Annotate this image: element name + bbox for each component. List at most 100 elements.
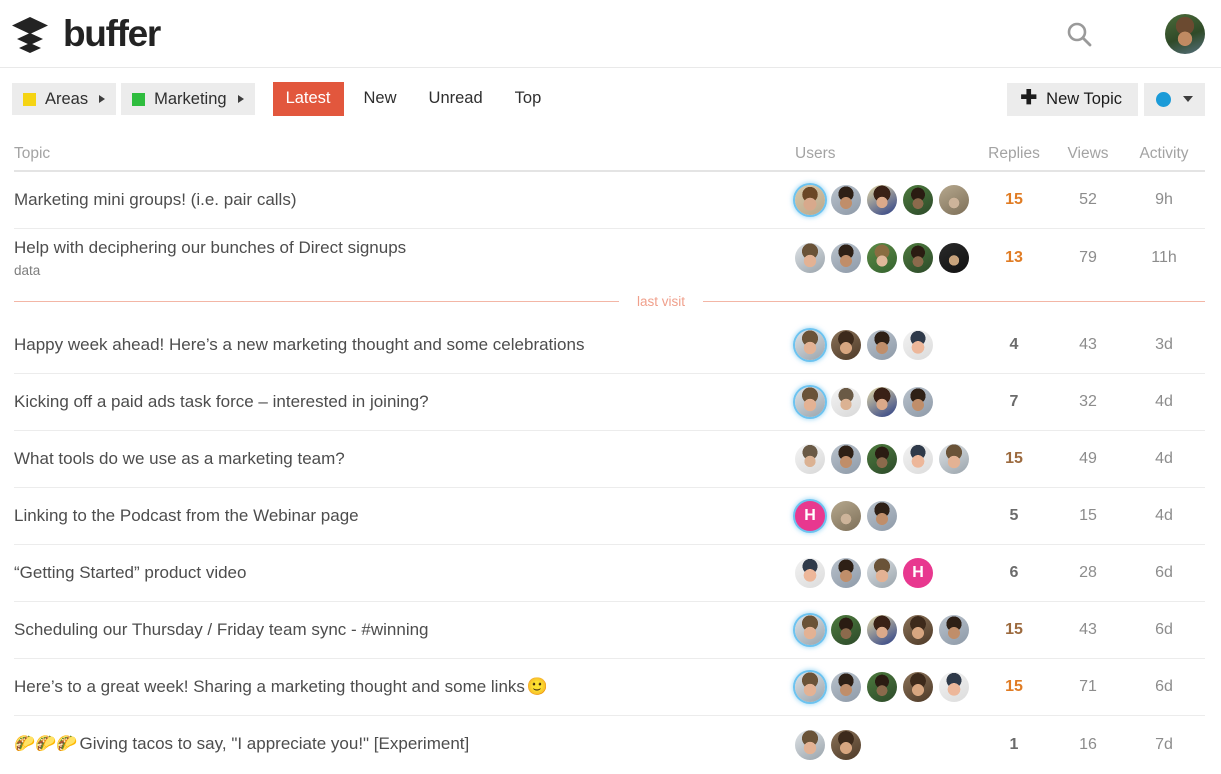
avatar[interactable] <box>831 672 861 702</box>
avatar-initial[interactable]: H <box>795 501 825 531</box>
topic-title-link[interactable]: Help with deciphering our bunches of Dir… <box>14 237 795 260</box>
replies-cell: 15 <box>975 450 1053 468</box>
search-icon[interactable] <box>1065 20 1093 48</box>
avatar[interactable] <box>903 615 933 645</box>
topic-title-link[interactable]: Linking to the Podcast from the Webinar … <box>14 505 795 528</box>
table-row[interactable]: 🌮🌮🌮 Giving tacos to say, "I appreciate y… <box>14 716 1205 773</box>
topic-title-link[interactable]: Scheduling our Thursday / Friday team sy… <box>14 619 795 642</box>
avatar[interactable] <box>795 185 825 215</box>
activity-cell: 4d <box>1123 507 1205 525</box>
replies-cell: 6 <box>975 564 1053 582</box>
activity-cell: 3d <box>1123 336 1205 354</box>
replies-count: 15 <box>1005 191 1023 208</box>
views-count: 43 <box>1079 336 1097 353</box>
avatar-initial[interactable]: H <box>903 558 933 588</box>
avatar[interactable] <box>795 330 825 360</box>
avatar[interactable] <box>831 729 861 760</box>
activity-time: 11h <box>1151 248 1177 266</box>
avatar[interactable] <box>831 558 861 588</box>
topic-title-link[interactable]: 🌮🌮🌮 Giving tacos to say, "I appreciate y… <box>14 733 795 756</box>
activity-cell: 4d <box>1123 450 1205 468</box>
avatar[interactable] <box>795 242 825 273</box>
avatar[interactable] <box>795 558 825 588</box>
avatar-group <box>795 615 975 645</box>
avatar[interactable] <box>867 185 897 215</box>
avatar[interactable] <box>903 330 933 360</box>
topic-title-text: Kicking off a paid ads task force – inte… <box>14 391 429 411</box>
topic-title-link[interactable]: Here’s to a great week! Sharing a market… <box>14 676 795 699</box>
tab-latest[interactable]: Latest <box>272 82 344 116</box>
avatar[interactable] <box>795 615 825 645</box>
category-filter-button[interactable] <box>1144 82 1205 116</box>
column-header-topic[interactable]: Topic <box>14 145 795 163</box>
table-row[interactable]: Marketing mini groups! (i.e. pair calls)… <box>14 172 1205 229</box>
avatar[interactable] <box>867 558 897 588</box>
table-row[interactable]: “Getting Started” product video H 6 28 6d <box>14 545 1205 602</box>
tab-unread[interactable]: Unread <box>417 83 495 115</box>
views-count: 49 <box>1079 450 1097 467</box>
activity-time: 7d <box>1155 735 1173 753</box>
topic-title-link[interactable]: Happy week ahead! Here’s a new marketing… <box>14 334 795 357</box>
avatar[interactable] <box>903 185 933 215</box>
views-count: 52 <box>1079 191 1097 208</box>
avatar[interactable] <box>939 672 969 702</box>
tab-top[interactable]: Top <box>503 83 554 115</box>
hamburger-menu-icon[interactable] <box>1115 23 1143 45</box>
avatar[interactable] <box>831 387 861 417</box>
column-header-activity[interactable]: Activity <box>1123 145 1205 163</box>
table-row[interactable]: Scheduling our Thursday / Friday team sy… <box>14 602 1205 659</box>
breadcrumb-areas[interactable]: Areas <box>12 83 117 115</box>
replies-cell: 15 <box>975 621 1053 639</box>
avatar[interactable] <box>903 672 933 702</box>
avatar[interactable] <box>939 615 969 645</box>
topic-title-link[interactable]: What tools do we use as a marketing team… <box>14 448 795 471</box>
column-header-replies[interactable]: Replies <box>975 145 1053 163</box>
avatar[interactable] <box>1165 13 1205 54</box>
avatar[interactable] <box>795 672 825 702</box>
topic-title-link[interactable]: Kicking off a paid ads task force – inte… <box>14 391 795 414</box>
users-cell: H <box>795 501 975 531</box>
avatar[interactable] <box>939 185 969 215</box>
avatar[interactable] <box>831 242 861 273</box>
table-row[interactable]: Happy week ahead! Here’s a new marketing… <box>14 317 1205 374</box>
plus-icon: ✚ <box>1020 87 1038 109</box>
avatar[interactable] <box>831 615 861 645</box>
avatar[interactable] <box>795 444 825 474</box>
table-row[interactable]: What tools do we use as a marketing team… <box>14 431 1205 488</box>
avatar[interactable] <box>867 615 897 645</box>
activity-time: 4d <box>1155 507 1173 524</box>
tab-new[interactable]: New <box>352 83 409 115</box>
topic-title-link[interactable]: “Getting Started” product video <box>14 562 795 585</box>
breadcrumb-marketing[interactable]: Marketing <box>121 83 255 115</box>
avatar[interactable] <box>831 185 861 215</box>
avatar[interactable] <box>867 330 897 360</box>
avatar[interactable] <box>795 729 825 760</box>
avatar[interactable] <box>867 444 897 474</box>
avatar[interactable] <box>939 444 969 474</box>
avatar[interactable] <box>831 444 861 474</box>
table-row[interactable]: Kicking off a paid ads task force – inte… <box>14 374 1205 431</box>
topic-tag[interactable]: data <box>14 263 795 278</box>
avatar[interactable] <box>795 387 825 417</box>
table-row[interactable]: Help with deciphering our bunches of Dir… <box>14 229 1205 286</box>
avatar[interactable] <box>831 330 861 360</box>
avatar[interactable] <box>867 242 897 273</box>
brand-logo-link[interactable]: buffer <box>10 14 161 54</box>
avatar[interactable] <box>867 387 897 417</box>
table-row[interactable]: Linking to the Podcast from the Webinar … <box>14 488 1205 545</box>
avatar[interactable] <box>867 501 897 531</box>
avatar[interactable] <box>867 672 897 702</box>
chevron-right-icon <box>237 95 244 103</box>
avatar[interactable] <box>903 444 933 474</box>
avatar[interactable] <box>831 501 861 531</box>
topic-rows: Marketing mini groups! (i.e. pair calls)… <box>14 172 1205 773</box>
topic-title-link[interactable]: Marketing mini groups! (i.e. pair calls) <box>14 189 795 212</box>
replies-cell: 15 <box>975 678 1053 696</box>
new-topic-button[interactable]: ✚ New Topic <box>1007 82 1138 116</box>
avatar[interactable] <box>903 387 933 417</box>
column-header-views[interactable]: Views <box>1053 145 1123 163</box>
avatar[interactable] <box>903 242 933 273</box>
activity-cell: 4d <box>1123 393 1205 411</box>
table-row[interactable]: Here’s to a great week! Sharing a market… <box>14 659 1205 716</box>
avatar[interactable] <box>939 242 969 273</box>
